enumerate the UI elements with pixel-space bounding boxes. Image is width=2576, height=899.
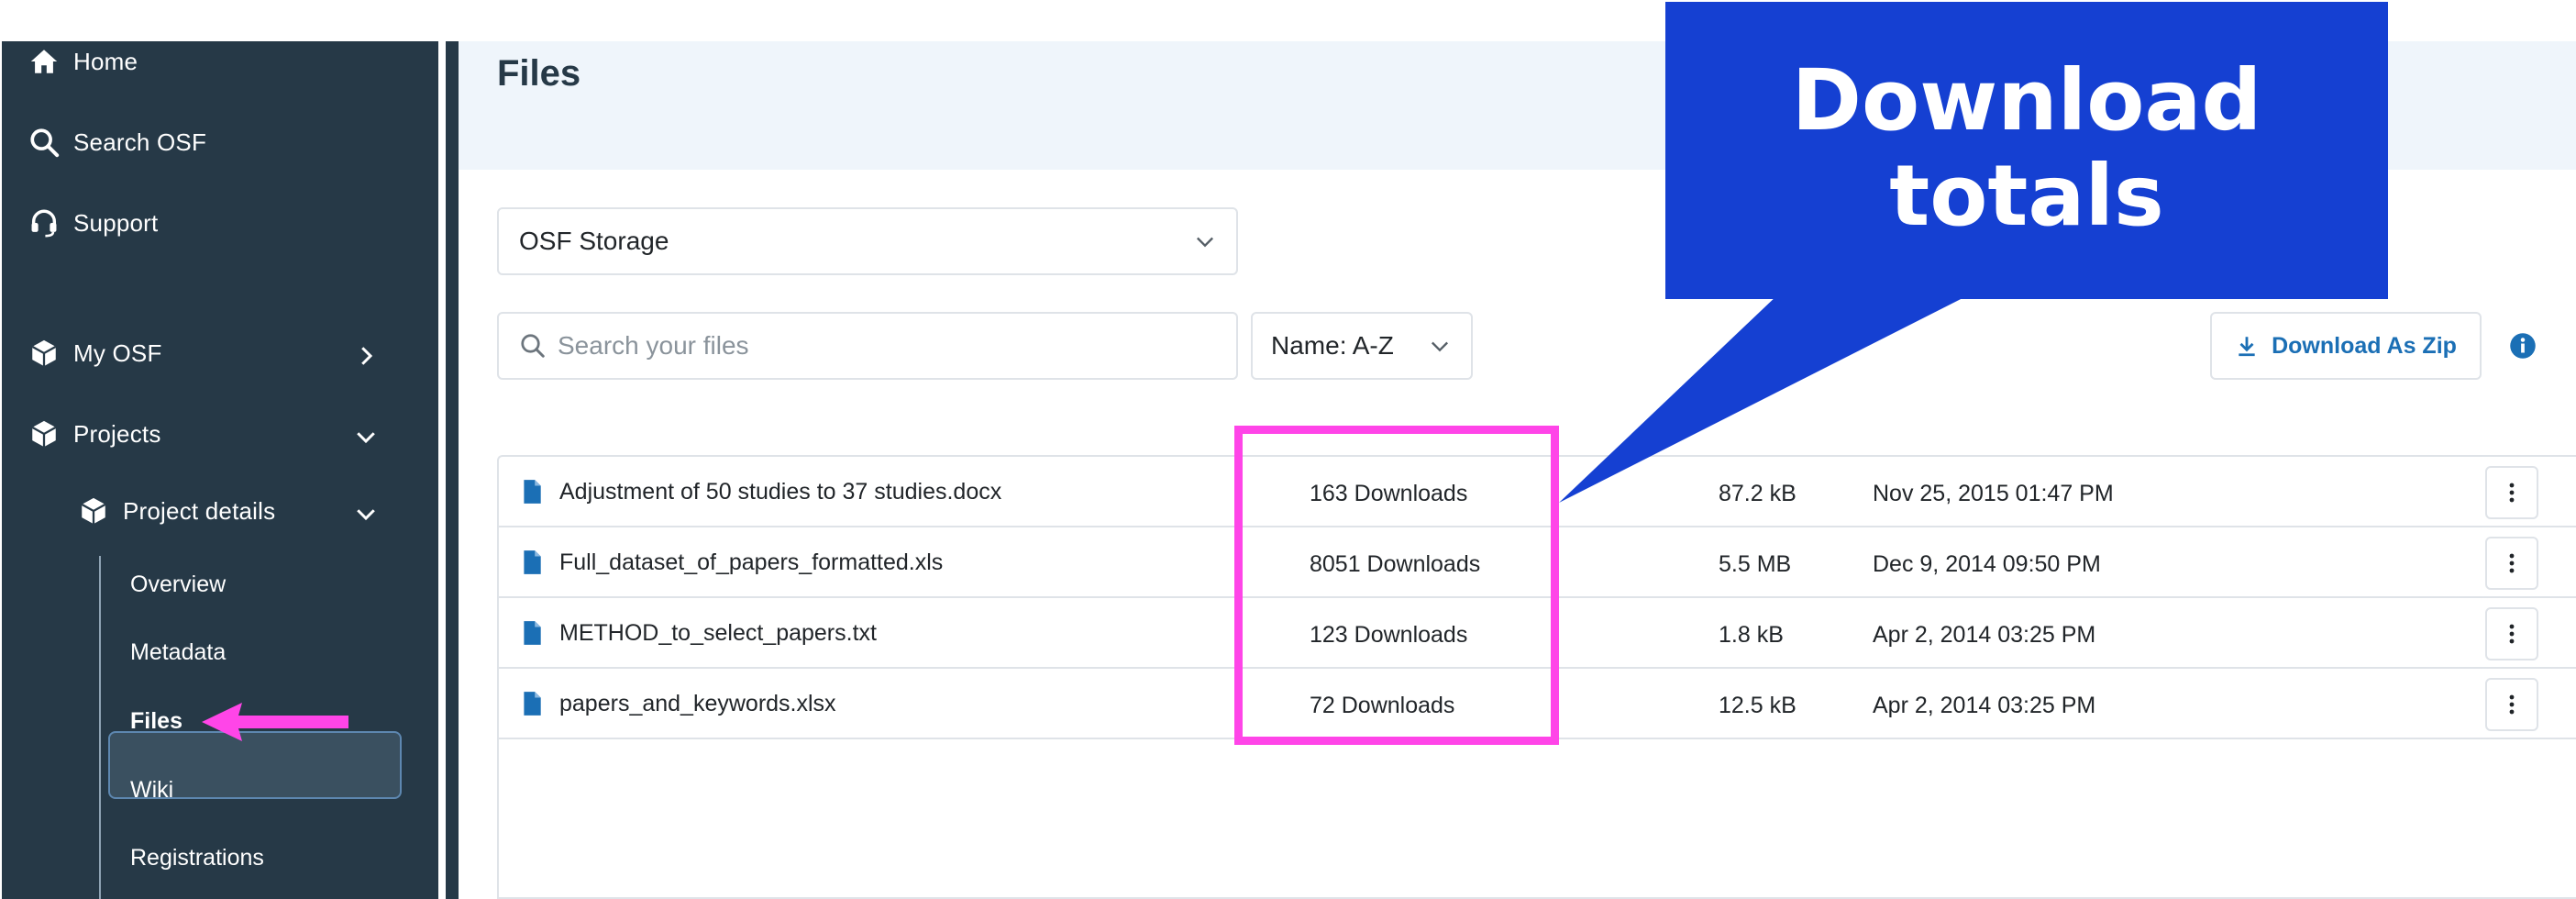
nav-support-label: Support [73, 208, 159, 237]
nav-search-osf[interactable]: Search OSF [26, 124, 206, 161]
info-icon[interactable] [2509, 332, 2537, 360]
file-name[interactable]: Adjustment of 50 studies to 37 studies.d… [559, 479, 1001, 505]
file-name[interactable]: Full_dataset_of_papers_formatted.xls [559, 549, 943, 576]
headset-icon [26, 205, 62, 241]
sidebar: Home Search OSF Support My OSF Projects [2, 41, 438, 899]
file-size: 1.8 kB [1719, 622, 1784, 648]
nav-project-details-label: Project details [123, 496, 276, 525]
file-name[interactable]: papers_and_keywords.xlsx [559, 691, 836, 717]
nav-my-osf[interactable]: My OSF [26, 335, 162, 372]
subnav-divider [99, 556, 101, 899]
kebab-icon [2509, 624, 2515, 644]
more-options-button[interactable] [2485, 466, 2538, 519]
download-zip-button[interactable]: Download As Zip [2210, 312, 2482, 380]
home-icon [26, 43, 62, 80]
download-zip-label: Download As Zip [2272, 332, 2457, 359]
file-size: 5.5 MB [1719, 551, 1792, 577]
file-size: 87.2 kB [1719, 481, 1797, 506]
download-icon [2239, 337, 2255, 357]
search-input[interactable] [558, 331, 1200, 361]
nav-projects-label: Projects [73, 419, 161, 448]
chevron-down-icon [1192, 228, 1218, 254]
sidebar-edge [446, 41, 459, 899]
file-icon [524, 550, 541, 574]
sidebar-item-overview[interactable]: Overview [130, 572, 226, 598]
nav-my-osf-label: My OSF [73, 339, 162, 367]
search-icon [26, 124, 62, 161]
cube-icon [26, 416, 62, 452]
chevron-down-icon[interactable] [352, 423, 380, 450]
kebab-icon [2509, 553, 2515, 573]
sidebar-item-files[interactable]: Files [130, 708, 182, 735]
callout-line-2: totals [1889, 147, 2164, 245]
callout-line-1: Download [1791, 51, 2262, 150]
search-files[interactable] [497, 312, 1238, 380]
file-size: 12.5 kB [1719, 693, 1797, 718]
more-options-button[interactable] [2485, 678, 2538, 731]
file-date: Nov 25, 2015 01:47 PM [1873, 481, 2114, 506]
search-icon [519, 332, 547, 360]
sidebar-item-metadata[interactable]: Metadata [130, 639, 226, 666]
kebab-icon [2509, 694, 2515, 715]
page-title: Files [497, 53, 581, 94]
sort-select-value: Name: A-Z [1271, 331, 1394, 360]
nav-projects[interactable]: Projects [26, 416, 161, 452]
file-icon [524, 480, 541, 504]
file-name[interactable]: METHOD_to_select_papers.txt [559, 620, 877, 647]
file-date: Dec 9, 2014 09:50 PM [1873, 551, 2101, 577]
downloads-highlight-annotation [1234, 426, 1559, 745]
cube-icon [26, 335, 62, 372]
nav-project-details[interactable]: Project details [75, 493, 275, 529]
file-date: Apr 2, 2014 03:25 PM [1873, 622, 2096, 648]
storage-select[interactable]: OSF Storage [497, 207, 1238, 275]
sort-select[interactable]: Name: A-Z [1251, 312, 1473, 380]
file-date: Apr 2, 2014 03:25 PM [1873, 693, 2096, 718]
chevron-down-icon [1427, 333, 1453, 359]
chevron-down-icon[interactable] [352, 500, 380, 527]
sidebar-item-registrations[interactable]: Registrations [130, 845, 264, 871]
storage-select-value: OSF Storage [519, 227, 669, 255]
more-options-button[interactable] [2485, 607, 2538, 660]
callout-text: Download totals [1665, 53, 2388, 244]
cube-icon [75, 493, 112, 529]
nav-home-label: Home [73, 47, 138, 75]
chevron-right-icon[interactable] [352, 342, 380, 370]
nav-support[interactable]: Support [26, 205, 158, 241]
file-icon [524, 692, 541, 716]
pointer-arrow-annotation [202, 703, 348, 741]
nav-search-label: Search OSF [73, 128, 207, 156]
sidebar-item-wiki[interactable]: Wiki [130, 777, 173, 804]
nav-home[interactable]: Home [26, 43, 138, 80]
file-icon [524, 621, 541, 645]
more-options-button[interactable] [2485, 537, 2538, 590]
kebab-icon [2509, 483, 2515, 503]
